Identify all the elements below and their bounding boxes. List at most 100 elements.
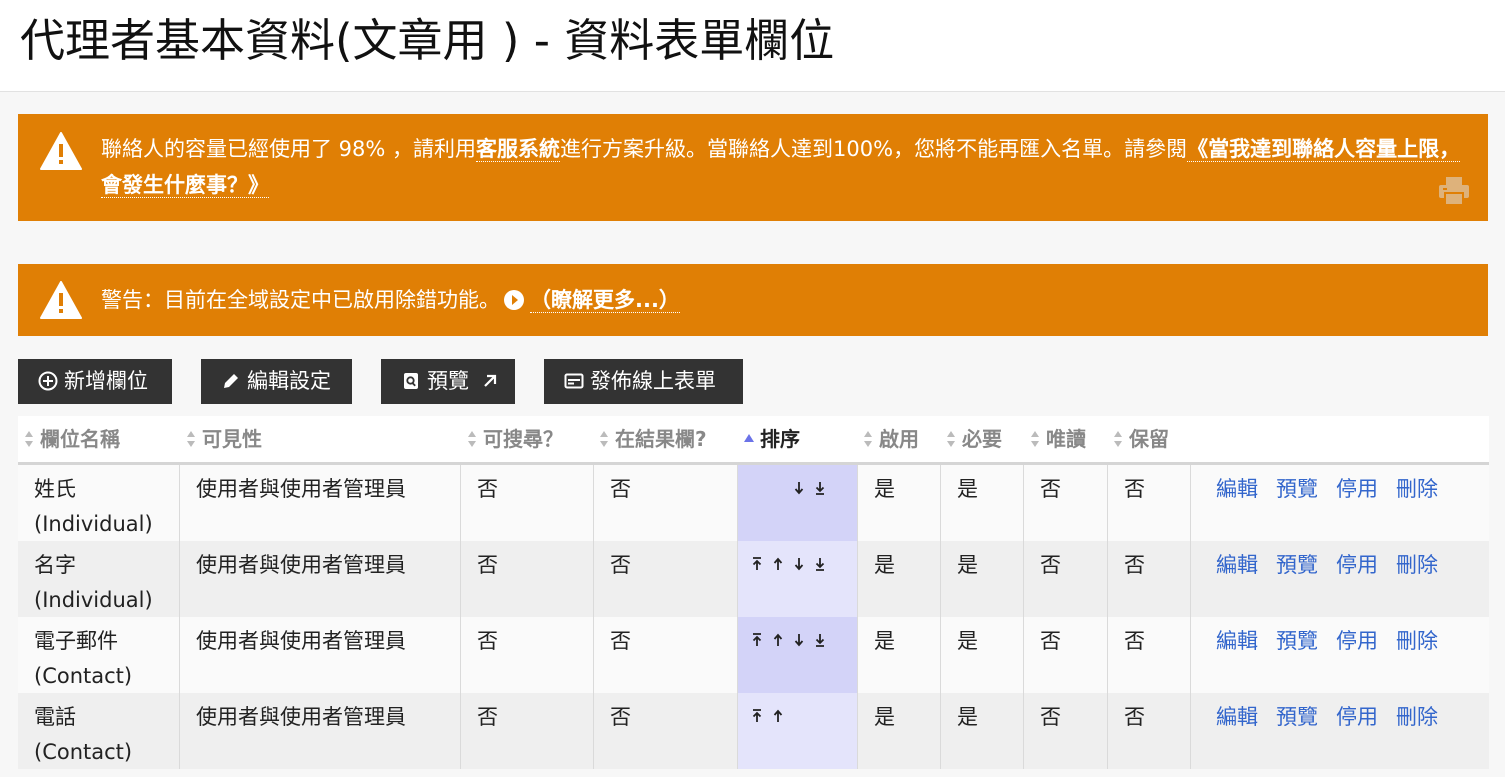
header-readonly[interactable]: 唯讀: [1030, 416, 1086, 462]
required-cell: 是: [940, 541, 1023, 617]
sort-icon: [25, 431, 33, 447]
disable-link[interactable]: 停用: [1336, 629, 1378, 653]
disable-link[interactable]: 停用: [1336, 705, 1378, 729]
preview-label: 預覽: [427, 369, 469, 393]
table-row: 名字 (Individual) 使用者與使用者管理員 否 否 是 是 否 否 編輯…: [18, 541, 1489, 617]
page-header: 代理者基本資料(文章用 ) - 資料表單欄位: [0, 0, 1505, 92]
actions-cell: 編輯 預覽 停用 刪除: [1190, 617, 1489, 693]
capacity-alert-text: 聯絡人的容量已經使用了 98% ，請利用客服系統進行方案升級。當聯絡人達到100…: [101, 131, 1473, 203]
delete-link[interactable]: 刪除: [1396, 705, 1438, 729]
in-results-cell: 否: [593, 541, 737, 617]
move-down-icon[interactable]: [793, 479, 805, 497]
table-row: 電話 (Contact) 使用者與使用者管理員 否 否 是 是 否 否 編輯 預覽停…: [18, 693, 1489, 769]
disable-link[interactable]: 停用: [1336, 553, 1378, 577]
edit-link[interactable]: 編輯: [1216, 477, 1258, 501]
publish-form-label: 發佈線上表單: [590, 369, 716, 393]
capacity-text-before: 聯絡人的容量已經使用了 98% ，請利用: [101, 137, 477, 161]
external-arrow-icon: [483, 374, 496, 387]
support-system-link[interactable]: 客服系統: [476, 137, 561, 162]
move-top-icon[interactable]: [751, 631, 763, 649]
preview-link[interactable]: 預覽: [1276, 705, 1318, 729]
required-cell: 是: [940, 617, 1023, 693]
move-down-icon[interactable]: [793, 555, 805, 573]
sort-icon: [187, 431, 195, 447]
table-row: 姓氏 (Individual) 使用者與使用者管理員 否 否 是 是 否 否 編輯…: [18, 465, 1489, 541]
header-field-name[interactable]: 欄位名稱: [24, 416, 120, 462]
searchable-cell: 否: [460, 465, 593, 541]
sort-icon: [468, 431, 476, 447]
order-cell: [737, 693, 857, 769]
edit-settings-button[interactable]: 編輯設定: [201, 359, 352, 404]
plus-circle-icon: [38, 371, 58, 391]
field-name-cell: 名字 (Individual): [34, 553, 153, 612]
order-cell: [737, 541, 857, 617]
header-searchable[interactable]: 可搜尋？: [467, 416, 563, 462]
move-top-icon[interactable]: [751, 555, 763, 573]
searchable-cell: 否: [460, 617, 593, 693]
debug-alert: 警告：目前在全域設定中已啟用除錯功能。 （瞭解更多...）: [18, 264, 1488, 336]
edit-link[interactable]: 編輯: [1216, 553, 1258, 577]
in-results-cell: 否: [593, 465, 737, 541]
fields-table: 欄位名稱 可見性 可搜尋？ 在結果欄? 排序 啟用 必要 唯讀 保留 姓氏 (In…: [18, 416, 1489, 769]
delete-link[interactable]: 刪除: [1396, 553, 1438, 577]
preview-link[interactable]: 預覽: [1276, 477, 1318, 501]
move-up-icon[interactable]: [772, 555, 784, 573]
enabled-cell: 是: [857, 465, 940, 541]
in-results-cell: 否: [593, 617, 737, 693]
preview-button[interactable]: 預覽: [381, 359, 515, 404]
move-bottom-icon[interactable]: [814, 631, 826, 649]
visibility-cell: 使用者與使用者管理員: [179, 465, 460, 541]
enabled-cell: 是: [857, 693, 940, 769]
edit-link[interactable]: 編輯: [1216, 705, 1258, 729]
header-in-results[interactable]: 在結果欄?: [599, 416, 707, 462]
searchable-cell: 否: [460, 693, 593, 769]
preview-link[interactable]: 預覽: [1276, 629, 1318, 653]
readonly-cell: 否: [1023, 541, 1107, 617]
header-reserved[interactable]: 保留: [1113, 416, 1169, 462]
edit-settings-label: 編輯設定: [247, 369, 331, 393]
capacity-text-middle: 進行方案升級。當聯絡人達到100%，您將不能再匯入名單。請參閱: [560, 137, 1188, 161]
sort-icon: [600, 431, 608, 447]
reserved-cell: 否: [1107, 693, 1190, 769]
warning-triangle-icon: [40, 132, 82, 170]
searchable-cell: 否: [460, 541, 593, 617]
move-bottom-icon[interactable]: [814, 555, 826, 573]
edit-link[interactable]: 編輯: [1216, 629, 1258, 653]
order-cell: [737, 617, 857, 693]
delete-link[interactable]: 刪除: [1396, 477, 1438, 501]
move-bottom-icon[interactable]: [814, 479, 826, 497]
header-required[interactable]: 必要: [946, 416, 1002, 462]
move-down-icon[interactable]: [793, 631, 805, 649]
learn-more-link[interactable]: （瞭解更多...）: [530, 288, 680, 313]
table-row: 電子郵件 (Contact) 使用者與使用者管理員 否 否 是 是 否 否 編輯預…: [18, 617, 1489, 693]
actions-cell: 編輯 預覽 停用 刪除: [1190, 465, 1489, 541]
move-up-icon[interactable]: [772, 631, 784, 649]
required-cell: 是: [940, 465, 1023, 541]
move-up-icon[interactable]: [772, 707, 784, 725]
header-enabled[interactable]: 啟用: [863, 416, 919, 462]
printer-icon[interactable]: [1438, 176, 1470, 206]
in-results-cell: 否: [593, 693, 737, 769]
reserved-cell: 否: [1107, 617, 1190, 693]
play-circle-icon: [504, 290, 524, 310]
visibility-cell: 使用者與使用者管理員: [179, 617, 460, 693]
readonly-cell: 否: [1023, 465, 1107, 541]
sort-icon: [947, 431, 955, 447]
page-title: 代理者基本資料(文章用 ) - 資料表單欄位: [20, 14, 835, 67]
add-field-label: 新增欄位: [64, 369, 148, 393]
visibility-cell: 使用者與使用者管理員: [179, 541, 460, 617]
add-field-button[interactable]: 新增欄位: [18, 359, 172, 404]
table-header: 欄位名稱 可見性 可搜尋？ 在結果欄? 排序 啟用 必要 唯讀 保留: [18, 416, 1489, 465]
pencil-icon: [224, 374, 238, 388]
header-visibility[interactable]: 可見性: [186, 416, 262, 462]
reserved-cell: 否: [1107, 465, 1190, 541]
disable-link[interactable]: 停用: [1336, 477, 1378, 501]
move-top-icon[interactable]: [751, 707, 763, 725]
delete-link[interactable]: 刪除: [1396, 629, 1438, 653]
preview-link[interactable]: 預覽: [1276, 553, 1318, 577]
header-order[interactable]: 排序: [744, 416, 800, 462]
capacity-alert: 聯絡人的容量已經使用了 98% ，請利用客服系統進行方案升級。當聯絡人達到100…: [18, 114, 1488, 221]
readonly-cell: 否: [1023, 617, 1107, 693]
publish-form-button[interactable]: 發佈線上表單: [544, 359, 743, 404]
actions-cell: 編輯 預覽 停用 刪除: [1190, 541, 1489, 617]
